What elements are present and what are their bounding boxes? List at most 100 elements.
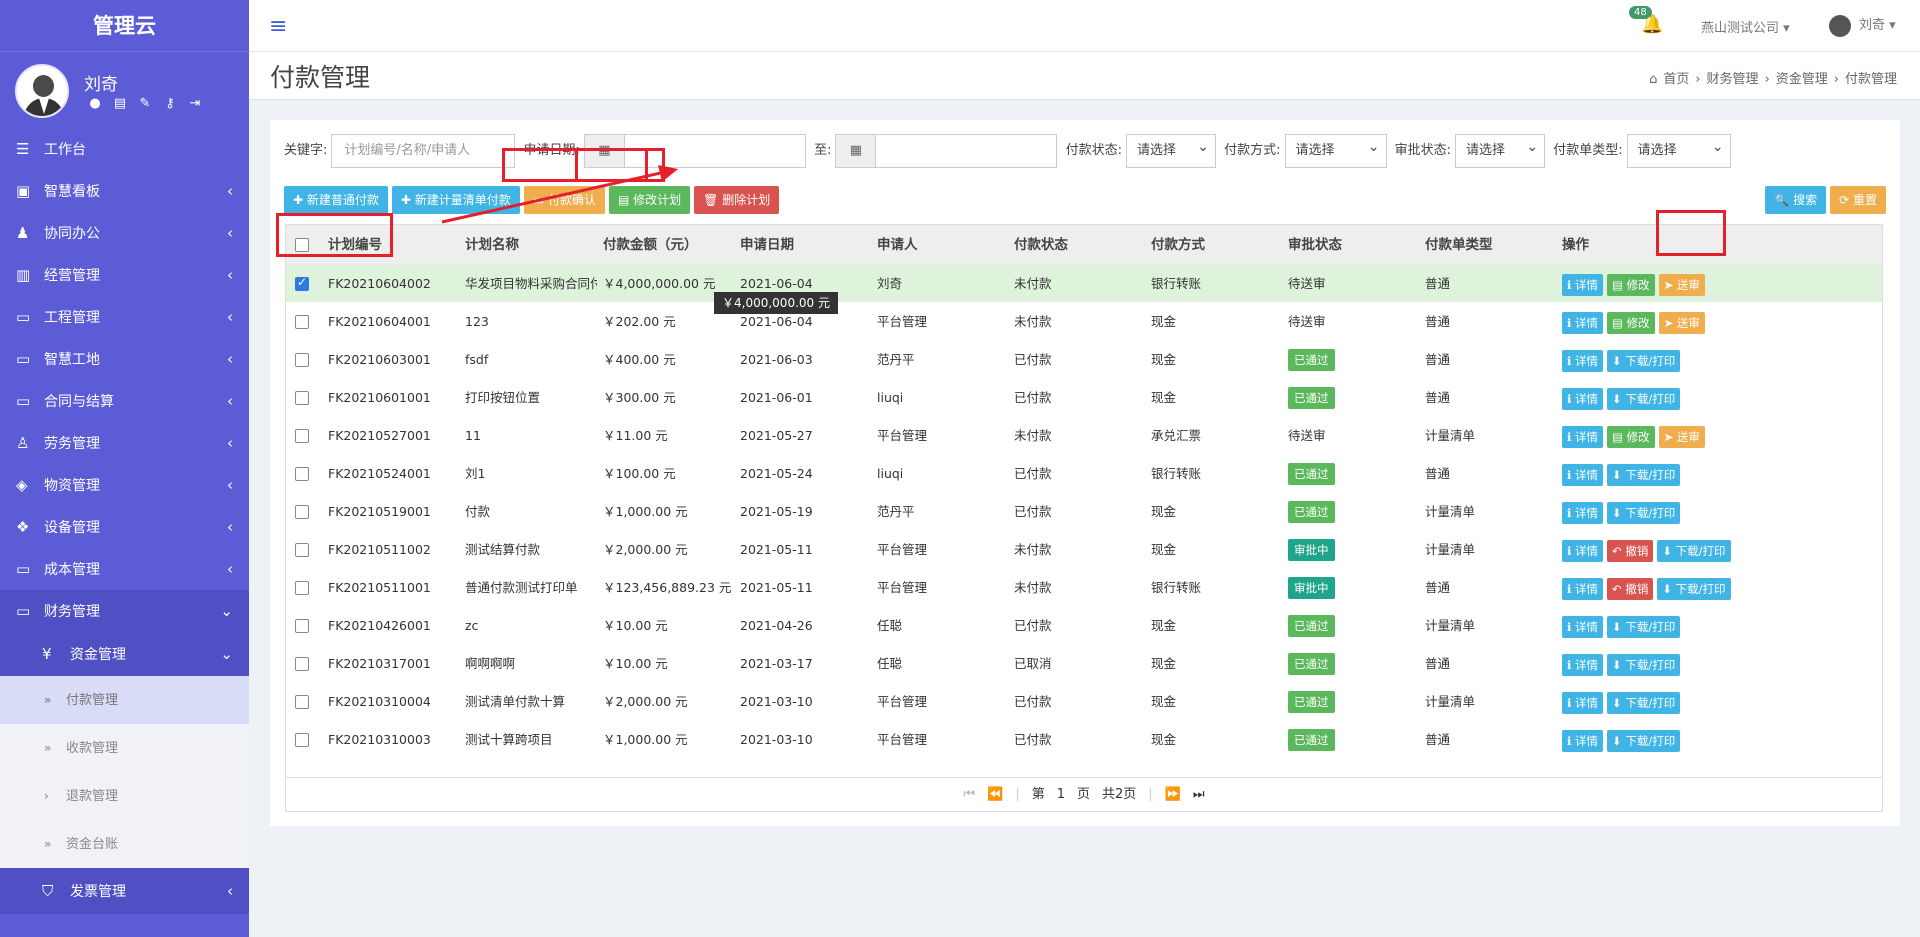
- download-print-button[interactable]: ⬇ 下载/打印: [1607, 729, 1681, 752]
- sidebar-item-engineering[interactable]: ▭ 工程管理 ‹: [0, 296, 249, 338]
- download-print-button[interactable]: ⬇ 下载/打印: [1607, 463, 1681, 486]
- download-print-button[interactable]: ⬇ 下载/打印: [1607, 615, 1681, 638]
- row-checkbox[interactable]: [295, 467, 309, 481]
- hamburger-icon[interactable]: ≡: [269, 14, 287, 39]
- edit-button[interactable]: ▤ 修改: [1607, 425, 1655, 448]
- user-icon[interactable]: ●: [86, 96, 104, 111]
- prev-page-icon[interactable]: ⏪: [987, 787, 1003, 802]
- detail-button[interactable]: ℹ 详情: [1562, 311, 1604, 334]
- sidebar-item-invoice[interactable]: ⛉ 发票管理 ‹: [0, 868, 249, 914]
- calendar-icon[interactable]: ▦: [835, 134, 876, 168]
- date-end-input[interactable]: [875, 134, 1058, 168]
- revoke-button[interactable]: ↶ 撤销: [1607, 577, 1654, 600]
- detail-button[interactable]: ℹ 详情: [1562, 349, 1604, 372]
- detail-button[interactable]: ℹ 详情: [1562, 273, 1604, 296]
- row-checkbox[interactable]: [295, 695, 309, 709]
- table-row[interactable]: FK20210426001 zc ￥10.00 元 2021-04-26 任聪 已付款 现金…: [286, 607, 1882, 645]
- sidebar-item-material[interactable]: ◈ 物资管理 ‹: [0, 464, 249, 506]
- download-print-button[interactable]: ⬇ 下载/打印: [1607, 691, 1681, 714]
- user-dropdown[interactable]: 刘奇 ▾: [1829, 14, 1896, 37]
- row-checkbox[interactable]: [295, 543, 309, 557]
- sidebar-item-ledger[interactable]: » 资金台账: [0, 820, 249, 868]
- breadcrumb-home[interactable]: 首页: [1663, 72, 1689, 87]
- edit-button[interactable]: ▤ 修改: [1607, 273, 1655, 296]
- order-type-select[interactable]: 请选择: [1626, 131, 1731, 168]
- row-checkbox[interactable]: [295, 733, 309, 747]
- submit-review-button[interactable]: ➤ 送审: [1658, 425, 1705, 448]
- edit-icon[interactable]: ✎: [136, 96, 154, 111]
- sidebar-item-payment[interactable]: » 付款管理: [0, 676, 249, 724]
- row-checkbox[interactable]: [295, 657, 309, 671]
- next-page-icon[interactable]: ⏩: [1165, 787, 1181, 802]
- edit-button[interactable]: ▤ 修改: [1607, 311, 1655, 334]
- sidebar-item-finance[interactable]: ▭ 财务管理 ⌄: [0, 590, 249, 632]
- row-checkbox[interactable]: [295, 429, 309, 443]
- table-row[interactable]: FK20210527001 11 ￥11.00 元 2021-05-27 平台管理 未付款…: [286, 417, 1882, 455]
- bell-icon[interactable]: 🔔: [1641, 14, 1663, 35]
- sidebar-item-cost[interactable]: ▭ 成本管理 ‹: [0, 548, 249, 590]
- sidebar-item-business[interactable]: ▥ 经营管理 ‹: [0, 254, 249, 296]
- submit-review-button[interactable]: ➤ 送审: [1658, 311, 1705, 334]
- pay-method-select[interactable]: 请选择: [1284, 131, 1387, 168]
- table-row[interactable]: FK20210310004 测试清单付款十算 ￥2,000.00 元 2021-03-…: [286, 683, 1882, 721]
- table-row[interactable]: FK20210603001 fsdf ￥400.00 元 2021-06-03 范丹平 已…: [286, 341, 1882, 379]
- detail-button[interactable]: ℹ 详情: [1562, 653, 1604, 676]
- row-checkbox[interactable]: [295, 391, 309, 405]
- breadcrumb-fund[interactable]: 资金管理: [1776, 72, 1828, 87]
- detail-button[interactable]: ℹ 详情: [1562, 501, 1604, 524]
- first-page-icon[interactable]: ⏮: [963, 787, 975, 802]
- download-print-button[interactable]: ⬇ 下载/打印: [1607, 653, 1681, 676]
- row-checkbox[interactable]: [295, 353, 309, 367]
- detail-button[interactable]: ℹ 详情: [1562, 539, 1604, 562]
- sidebar-item-labor[interactable]: ♙ 劳务管理 ‹: [0, 422, 249, 464]
- revoke-button[interactable]: ↶ 撤销: [1607, 539, 1654, 562]
- table-row[interactable]: FK20210604001 123 ￥202.00 元 2021-06-04 平台管理未…: [286, 303, 1882, 341]
- table-row[interactable]: FK20210310003 测试十算跨项目 ￥1,000.00 元 2021-03-1…: [286, 721, 1882, 759]
- detail-button[interactable]: ℹ 详情: [1562, 691, 1604, 714]
- download-print-button[interactable]: ⬇ 下载/打印: [1657, 539, 1731, 562]
- last-page-icon[interactable]: ⏭: [1193, 787, 1205, 802]
- table-row[interactable]: FK20210601001 打印按钮位置 ￥300.00 元 2021-06-01 li…: [286, 379, 1882, 417]
- detail-button[interactable]: ℹ 详情: [1562, 425, 1604, 448]
- breadcrumb-finance[interactable]: 财务管理: [1707, 72, 1759, 87]
- search-button[interactable]: 🔍 搜索: [1765, 186, 1827, 214]
- table-row[interactable]: FK20210511001 普通付款测试打印单 ￥123,456,889.23 元 2…: [286, 569, 1882, 607]
- logout-icon[interactable]: ⇥: [186, 96, 204, 111]
- sidebar-item-refund[interactable]: › 退款管理: [0, 772, 249, 820]
- detail-button[interactable]: ℹ 详情: [1562, 463, 1604, 486]
- key-icon[interactable]: ⚷: [161, 96, 179, 111]
- table-row[interactable]: FK20210524001 刘1 ￥100.00 元 2021-05-24 liuqi 已…: [286, 455, 1882, 493]
- detail-button[interactable]: ℹ 详情: [1562, 387, 1604, 410]
- new-normal-payment-button[interactable]: ✚ 新建普通付款: [284, 186, 388, 214]
- table-row[interactable]: FK20210519001 付款 ￥1,000.00 元 2021-05-19 范丹平 已…: [286, 493, 1882, 531]
- sidebar-item-receipt[interactable]: » 收款管理: [0, 724, 249, 772]
- download-print-button[interactable]: ⬇ 下载/打印: [1657, 577, 1731, 600]
- row-checkbox[interactable]: [295, 581, 309, 595]
- sidebar-item-contract[interactable]: ▭ 合同与结算 ‹: [0, 380, 249, 422]
- table-row[interactable]: FK20210511002 测试结算付款 ￥2,000.00 元 2021-05-11…: [286, 531, 1882, 569]
- download-print-button[interactable]: ⬇ 下载/打印: [1607, 501, 1681, 524]
- sidebar-item-dashboard[interactable]: ▣ 智慧看板 ‹: [0, 170, 249, 212]
- submit-review-button[interactable]: ➤ 送审: [1658, 273, 1705, 296]
- table-row[interactable]: FK20210604002华发项目物料采购合同付￥4,000,000.00 元2…: [286, 265, 1882, 303]
- detail-button[interactable]: ℹ 详情: [1562, 577, 1604, 600]
- sidebar-item-site[interactable]: ▭ 智慧工地 ‹: [0, 338, 249, 380]
- detail-button[interactable]: ℹ 详情: [1562, 615, 1604, 638]
- sidebar-item-workbench[interactable]: ☰ 工作台: [0, 128, 249, 170]
- row-checkbox[interactable]: [295, 619, 309, 633]
- row-checkbox[interactable]: [295, 275, 309, 291]
- company-dropdown[interactable]: 燕山测试公司 ▾: [1701, 17, 1790, 36]
- row-checkbox[interactable]: [295, 315, 309, 329]
- download-print-button[interactable]: ⬇ 下载/打印: [1607, 349, 1681, 372]
- download-print-button[interactable]: ⬇ 下载/打印: [1607, 387, 1681, 410]
- pay-status-select[interactable]: 请选择: [1125, 131, 1216, 168]
- sidebar-item-fund[interactable]: ¥ 资金管理 ⌄: [0, 632, 249, 676]
- table-row[interactable]: FK20210317001 啊啊啊啊 ￥10.00 元 2021-03-17 任聪 已取消…: [286, 645, 1882, 683]
- row-checkbox[interactable]: [295, 505, 309, 519]
- sidebar-item-office[interactable]: ♟ 协同办公 ‹: [0, 212, 249, 254]
- card-icon[interactable]: ▤: [111, 96, 129, 111]
- delete-plan-button[interactable]: 🗑 删除计划: [694, 186, 780, 214]
- detail-button[interactable]: ℹ 详情: [1562, 729, 1604, 752]
- sidebar-item-equipment[interactable]: ❖ 设备管理 ‹: [0, 506, 249, 548]
- reset-button[interactable]: ⟳ 重置: [1830, 186, 1886, 214]
